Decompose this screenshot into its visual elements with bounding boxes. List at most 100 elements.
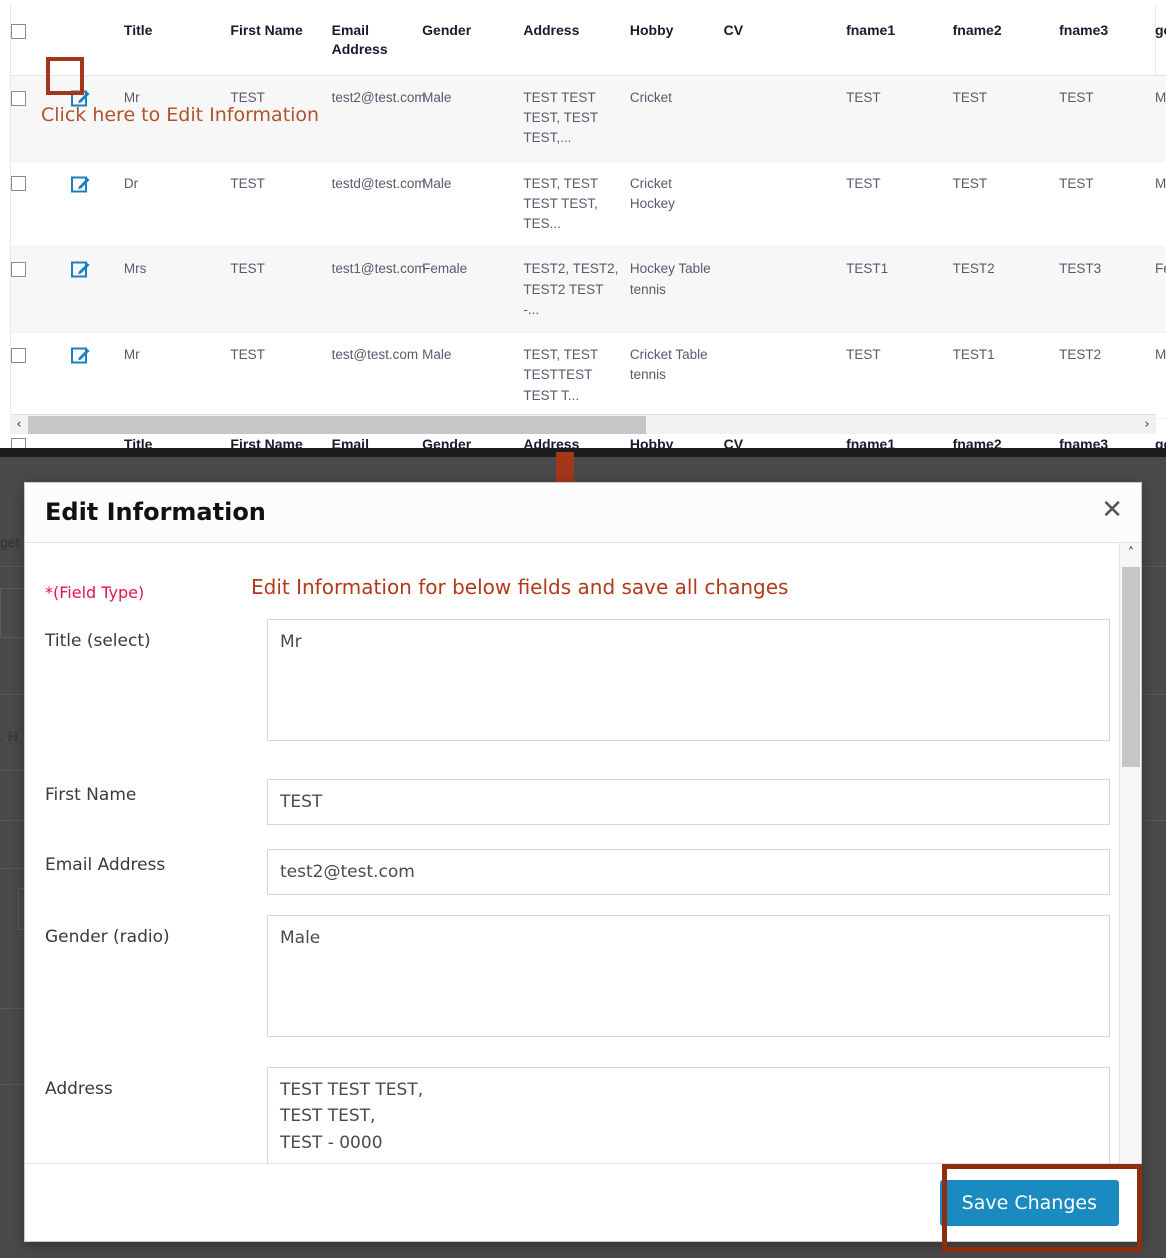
cell-fname1: TEST: [846, 161, 953, 248]
cell-email: test1@test.com: [331, 246, 426, 334]
footer-gender1: gender: [1155, 417, 1166, 448]
cell-fname1: TEST1: [846, 246, 953, 334]
cell-fname2: TEST1: [952, 332, 1060, 419]
select-all-checkbox[interactable]: [11, 23, 26, 39]
cell-fname2: TEST2: [952, 246, 1060, 334]
edit-icon[interactable]: [70, 174, 91, 194]
edit-information-modal: Edit Information ✕ *(Field Type) Edit In…: [24, 482, 1142, 1242]
cell-fname1: TEST: [846, 332, 953, 419]
cell-cv: [723, 332, 847, 419]
table-row[interactable]: Mr TEST test@test.com Male TEST, TEST TE…: [11, 332, 1166, 419]
modal-vertical-scrollbar[interactable]: ˄: [1119, 543, 1141, 1163]
table-header-row: Title First Name Email Address Gender Ad…: [11, 5, 1166, 76]
table-row[interactable]: Dr TEST testd@test.com Male TEST, TEST T…: [11, 161, 1166, 248]
cell-first-name: TEST: [230, 246, 332, 334]
header-email-address[interactable]: Email Address: [331, 5, 423, 76]
modal-header: Edit Information ✕: [25, 483, 1141, 543]
scroll-right-arrow-icon[interactable]: ›: [1138, 415, 1156, 435]
row-checkbox[interactable]: [11, 262, 26, 278]
cell-first-name: TEST: [230, 332, 332, 419]
row-edit-cell[interactable]: [70, 161, 124, 248]
background-divider: [0, 868, 24, 869]
background-divider: [0, 770, 24, 771]
field-address: Address TEST TEST TEST, TEST TEST, TEST …: [45, 1067, 1110, 1163]
row-checkbox-cell[interactable]: [11, 161, 71, 248]
cell-first-name: TEST: [230, 161, 332, 248]
edit-icon[interactable]: [70, 259, 91, 279]
field-title: Title (select) Mr: [45, 619, 1110, 749]
cell-gender1: Male: [1155, 75, 1166, 162]
header-fname3[interactable]: fname3: [1059, 5, 1155, 76]
background-divider: [0, 1084, 24, 1085]
header-hobby[interactable]: Hobby: [629, 5, 724, 76]
background-ghost-text-1: get: [0, 534, 20, 550]
header-title[interactable]: Title: [123, 5, 231, 76]
table-horizontal-scrollbar[interactable]: ‹ ›: [10, 414, 1156, 434]
field-title-textarea[interactable]: Mr: [267, 619, 1110, 741]
cell-fname3: TEST2: [1059, 332, 1155, 419]
background-divider: [1142, 566, 1166, 567]
modal-footer: Save Changes: [25, 1163, 1141, 1241]
row-checkbox-cell[interactable]: [11, 332, 71, 419]
header-gender[interactable]: Gender: [422, 5, 524, 76]
cell-hobby: Cricket Table tennis: [629, 332, 724, 419]
header-fname1[interactable]: fname1: [846, 5, 953, 76]
cell-hobby: Cricket: [629, 75, 724, 162]
background-divider: [1142, 820, 1166, 821]
background-divider: [0, 566, 24, 567]
background-input-ghost: [0, 588, 26, 638]
row-edit-cell[interactable]: [70, 332, 124, 419]
scroll-up-arrow-icon[interactable]: ˄: [1120, 543, 1141, 565]
scrollbar-thumb[interactable]: [28, 416, 646, 434]
row-checkbox[interactable]: [11, 176, 26, 192]
row-checkbox[interactable]: [11, 90, 26, 106]
cell-cv: [723, 161, 847, 248]
background-divider: [0, 820, 24, 821]
table-row[interactable]: Mrs TEST test1@test.com Female TEST2, TE…: [11, 246, 1166, 334]
cell-title: Mr: [123, 332, 231, 419]
data-table-frame: Title First Name Email Address Gender Ad…: [10, 5, 1166, 448]
cell-gender: Male: [422, 332, 524, 419]
background-ghost-text-2: , H: [0, 728, 18, 744]
table-head: Title First Name Email Address Gender Ad…: [11, 5, 1166, 76]
row-checkbox[interactable]: [11, 347, 26, 363]
cell-address: TEST, TEST TEST TEST, TES...: [523, 161, 630, 248]
header-cv[interactable]: CV: [723, 5, 847, 76]
header-gender1[interactable]: gender: [1155, 5, 1166, 76]
close-icon[interactable]: ✕: [1101, 497, 1123, 523]
field-address-textarea[interactable]: TEST TEST TEST, TEST TEST, TEST - 0000: [267, 1067, 1110, 1163]
cell-cv: [723, 246, 847, 334]
select-all-checkbox-footer[interactable]: [11, 437, 26, 448]
cell-title: Dr: [123, 161, 231, 248]
background-divider: [1142, 694, 1166, 695]
header-first-name[interactable]: First Name: [230, 5, 332, 76]
row-checkbox-cell[interactable]: [11, 246, 71, 334]
field-gender-label: Gender (radio): [45, 927, 170, 947]
header-address[interactable]: Address: [523, 5, 630, 76]
save-changes-button[interactable]: Save Changes: [939, 1180, 1119, 1226]
scroll-left-arrow-icon[interactable]: ‹: [10, 415, 28, 435]
records-table: Title First Name Email Address Gender Ad…: [11, 5, 1166, 448]
field-first-name-input[interactable]: [267, 779, 1110, 826]
field-email-address-input[interactable]: [267, 849, 1110, 896]
field-first-name: First Name: [45, 779, 1110, 827]
modal-body: *(Field Type) Edit Information for below…: [25, 543, 1141, 1163]
field-email-address-label: Email Address: [45, 855, 166, 875]
data-table-panel: Title First Name Email Address Gender Ad…: [0, 0, 1166, 448]
header-select-all[interactable]: [11, 5, 71, 76]
cell-hobby: Hockey Table tennis: [629, 246, 724, 334]
header-fname2[interactable]: fname2: [952, 5, 1060, 76]
background-divider: [0, 1008, 24, 1009]
cell-fname3: TEST3: [1059, 246, 1155, 334]
field-address-label: Address: [45, 1079, 113, 1099]
cell-hobby: Cricket Hockey: [629, 161, 724, 248]
cell-address: TEST TEST TEST, TEST TEST,...: [523, 75, 630, 162]
cell-cv: [723, 75, 847, 162]
modal-scrollbar-thumb[interactable]: [1122, 567, 1140, 767]
row-edit-cell[interactable]: [70, 246, 124, 334]
cell-fname3: TEST: [1059, 161, 1155, 248]
field-gender-textarea[interactable]: Male: [267, 915, 1110, 1037]
cell-address: TEST, TEST TESTTEST TEST T...: [523, 332, 630, 419]
field-title-label: Title (select): [45, 631, 151, 651]
edit-icon[interactable]: [70, 345, 91, 365]
